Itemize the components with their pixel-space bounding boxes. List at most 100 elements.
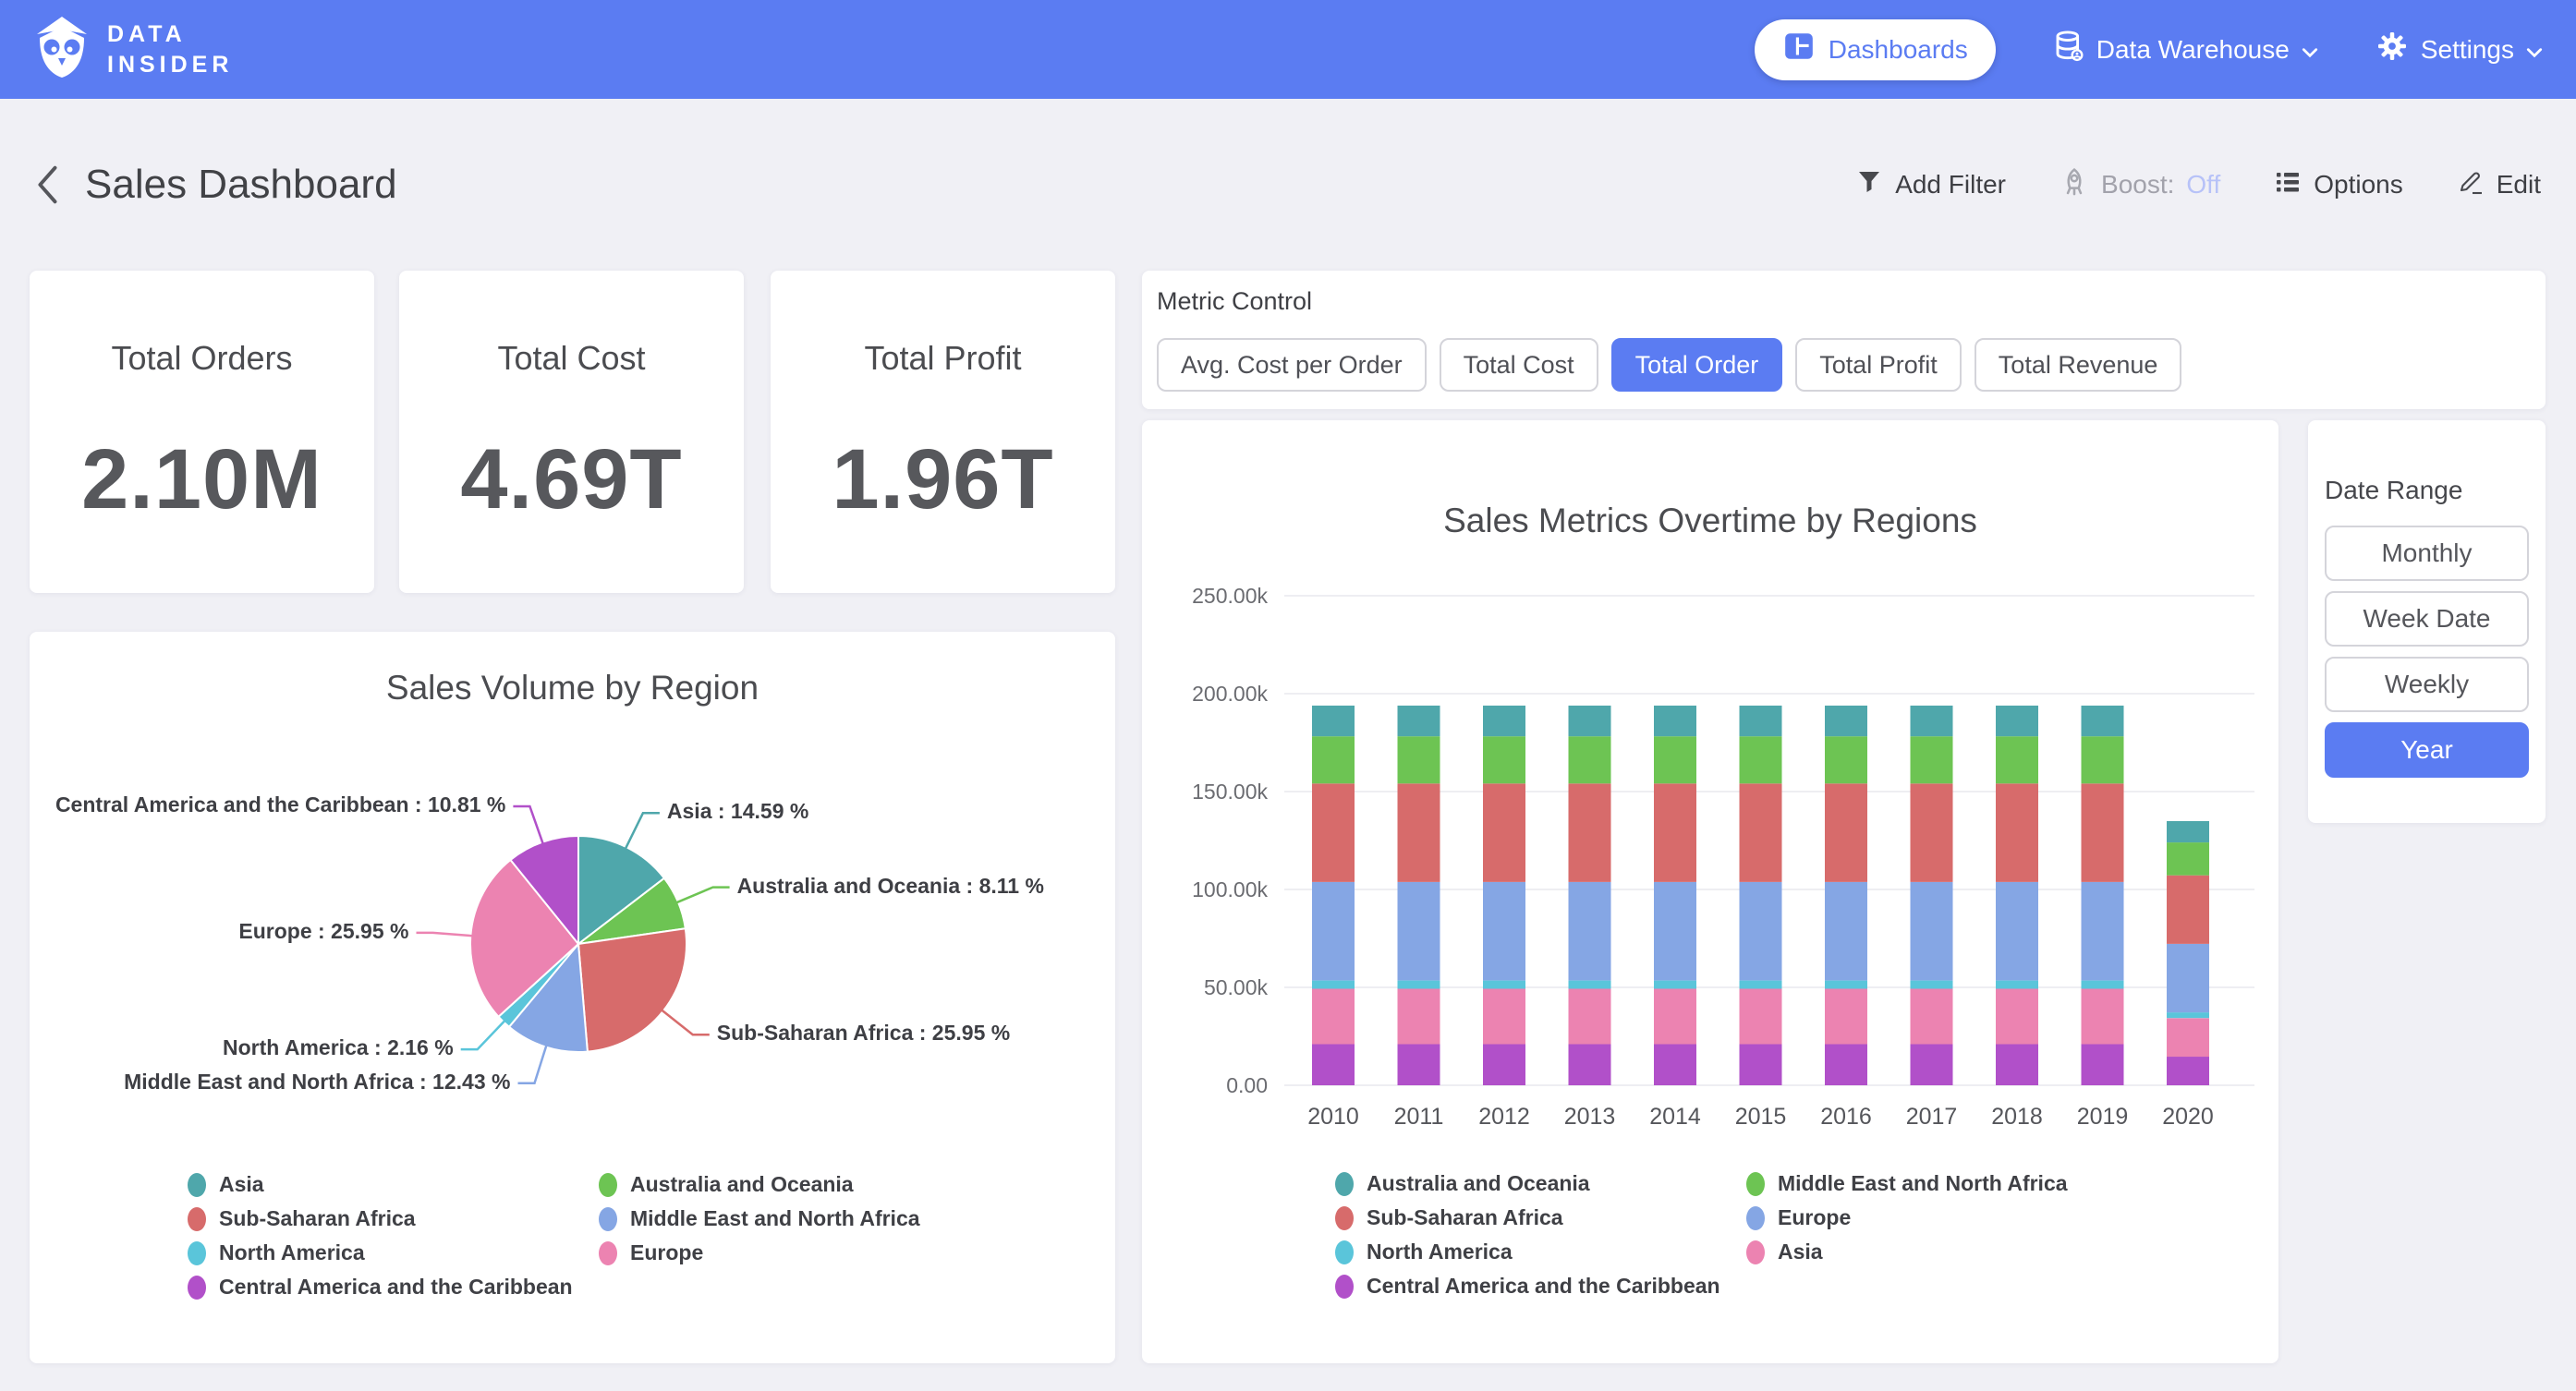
bar-segment-sub-saharan-africa-2012[interactable] <box>1483 783 1525 882</box>
bar-segment-australia-and-oceania-2011[interactable] <box>1398 706 1440 736</box>
bar-segment-middle-east-and-north-africa-2014[interactable] <box>1654 736 1696 783</box>
bar-segment-sub-saharan-africa-2013[interactable] <box>1569 783 1611 882</box>
bar-segment-sub-saharan-africa-2011[interactable] <box>1398 783 1440 882</box>
bar-segment-europe-2015[interactable] <box>1740 882 1782 981</box>
bar-segment-asia-2013[interactable] <box>1569 989 1611 1045</box>
bar-segment-north-america-2012[interactable] <box>1483 981 1525 989</box>
legend-item-sub-saharan-africa[interactable]: Sub-Saharan Africa <box>188 1202 599 1236</box>
bar-segment-north-america-2019[interactable] <box>2082 981 2124 989</box>
bar-segment-sub-saharan-africa-2017[interactable] <box>1911 783 1953 882</box>
legend-item-north-america[interactable]: North America <box>188 1236 599 1270</box>
bar-segment-central-america-and-the-caribbean-2019[interactable] <box>2082 1045 2124 1086</box>
bar-segment-north-america-2016[interactable] <box>1825 981 1867 989</box>
bar-segment-middle-east-and-north-africa-2012[interactable] <box>1483 736 1525 783</box>
bar-segment-australia-and-oceania-2019[interactable] <box>2082 706 2124 736</box>
bar-segment-central-america-and-the-caribbean-2014[interactable] <box>1654 1045 1696 1086</box>
metric-option-total-revenue[interactable]: Total Revenue <box>1975 338 2182 392</box>
bar-segment-europe-2017[interactable] <box>1911 882 1953 981</box>
nav-dashboards-button[interactable]: Dashboards <box>1755 19 1996 80</box>
bar-segment-middle-east-and-north-africa-2010[interactable] <box>1312 736 1355 783</box>
bar-segment-north-america-2014[interactable] <box>1654 981 1696 989</box>
bar-segment-europe-2011[interactable] <box>1398 882 1440 981</box>
legend-item-europe[interactable]: Europe <box>599 1236 1010 1270</box>
date-range-option-year[interactable]: Year <box>2325 722 2529 778</box>
bar-segment-central-america-and-the-caribbean-2018[interactable] <box>1996 1045 2038 1086</box>
bar-segment-asia-2019[interactable] <box>2082 989 2124 1045</box>
bar-segment-asia-2017[interactable] <box>1911 989 1953 1045</box>
legend-item-central-america-and-the-caribbean[interactable]: Central America and the Caribbean <box>188 1270 599 1304</box>
bar-segment-asia-2014[interactable] <box>1654 989 1696 1045</box>
bar-segment-asia-2020[interactable] <box>2167 1018 2209 1057</box>
bar-segment-asia-2018[interactable] <box>1996 989 2038 1045</box>
bar-segment-australia-and-oceania-2017[interactable] <box>1911 706 1953 736</box>
metric-option-avg-cost-per-order[interactable]: Avg. Cost per Order <box>1157 338 1427 392</box>
bar-segment-europe-2013[interactable] <box>1569 882 1611 981</box>
legend-item-australia-and-oceania[interactable]: Australia and Oceania <box>599 1167 1010 1202</box>
bar-segment-australia-and-oceania-2010[interactable] <box>1312 706 1355 736</box>
bar-segment-australia-and-oceania-2016[interactable] <box>1825 706 1867 736</box>
bar-segment-north-america-2010[interactable] <box>1312 981 1355 989</box>
bar-segment-europe-2016[interactable] <box>1825 882 1867 981</box>
bar-segment-sub-saharan-africa-2018[interactable] <box>1996 783 2038 882</box>
nav-settings-button[interactable]: Settings <box>2376 30 2543 69</box>
bar-segment-sub-saharan-africa-2019[interactable] <box>2082 783 2124 882</box>
bar-segment-north-america-2020[interactable] <box>2167 1012 2209 1018</box>
bar-segment-middle-east-and-north-africa-2017[interactable] <box>1911 736 1953 783</box>
bar-segment-australia-and-oceania-2012[interactable] <box>1483 706 1525 736</box>
metric-option-total-cost[interactable]: Total Cost <box>1440 338 1598 392</box>
date-range-option-weekly[interactable]: Weekly <box>2325 657 2529 712</box>
legend-item-sub-saharan-africa[interactable]: Sub-Saharan Africa <box>1335 1201 1746 1235</box>
legend-item-north-america[interactable]: North America <box>1335 1235 1746 1269</box>
nav-data-warehouse-button[interactable]: Data Warehouse <box>2053 30 2318 69</box>
bar-segment-australia-and-oceania-2020[interactable] <box>2167 821 2209 842</box>
bar-segment-sub-saharan-africa-2016[interactable] <box>1825 783 1867 882</box>
bar-segment-europe-2012[interactable] <box>1483 882 1525 981</box>
legend-item-central-america-and-the-caribbean[interactable]: Central America and the Caribbean <box>1335 1269 1746 1303</box>
bar-segment-asia-2015[interactable] <box>1740 989 1782 1045</box>
bar-segment-central-america-and-the-caribbean-2012[interactable] <box>1483 1045 1525 1086</box>
bar-segment-central-america-and-the-caribbean-2013[interactable] <box>1569 1045 1611 1086</box>
bar-segment-middle-east-and-north-africa-2015[interactable] <box>1740 736 1782 783</box>
bar-segment-north-america-2013[interactable] <box>1569 981 1611 989</box>
bar-segment-sub-saharan-africa-2014[interactable] <box>1654 783 1696 882</box>
bar-segment-australia-and-oceania-2015[interactable] <box>1740 706 1782 736</box>
bar-segment-middle-east-and-north-africa-2011[interactable] <box>1398 736 1440 783</box>
edit-button[interactable]: Edit <box>2457 168 2541 202</box>
bar-segment-australia-and-oceania-2014[interactable] <box>1654 706 1696 736</box>
back-button[interactable] <box>35 164 61 205</box>
legend-item-europe[interactable]: Europe <box>1746 1201 2157 1235</box>
bar-segment-middle-east-and-north-africa-2018[interactable] <box>1996 736 2038 783</box>
bar-segment-middle-east-and-north-africa-2020[interactable] <box>2167 842 2209 876</box>
bar-segment-sub-saharan-africa-2015[interactable] <box>1740 783 1782 882</box>
bar-segment-central-america-and-the-caribbean-2017[interactable] <box>1911 1045 1953 1086</box>
bar-segment-central-america-and-the-caribbean-2011[interactable] <box>1398 1045 1440 1086</box>
bar-segment-sub-saharan-africa-2010[interactable] <box>1312 783 1355 882</box>
date-range-option-monthly[interactable]: Monthly <box>2325 526 2529 581</box>
bar-segment-north-america-2015[interactable] <box>1740 981 1782 989</box>
boost-toggle[interactable]: Boost: Off <box>2060 166 2220 204</box>
brand[interactable]: DATA INSIDER <box>33 14 233 85</box>
legend-item-asia[interactable]: Asia <box>188 1167 599 1202</box>
bar-segment-asia-2016[interactable] <box>1825 989 1867 1045</box>
bar-segment-asia-2012[interactable] <box>1483 989 1525 1045</box>
options-button[interactable]: Options <box>2274 168 2403 202</box>
bar-segment-europe-2019[interactable] <box>2082 882 2124 981</box>
bar-segment-central-america-and-the-caribbean-2020[interactable] <box>2167 1057 2209 1085</box>
legend-item-asia[interactable]: Asia <box>1746 1235 2157 1269</box>
bar-segment-europe-2020[interactable] <box>2167 944 2209 1012</box>
bar-segment-middle-east-and-north-africa-2013[interactable] <box>1569 736 1611 783</box>
bar-segment-sub-saharan-africa-2020[interactable] <box>2167 876 2209 944</box>
bar-segment-north-america-2011[interactable] <box>1398 981 1440 989</box>
legend-item-australia-and-oceania[interactable]: Australia and Oceania <box>1335 1167 1746 1201</box>
bar-segment-europe-2014[interactable] <box>1654 882 1696 981</box>
metric-option-total-profit[interactable]: Total Profit <box>1795 338 1962 392</box>
bar-segment-north-america-2017[interactable] <box>1911 981 1953 989</box>
metric-option-total-order[interactable]: Total Order <box>1611 338 1783 392</box>
legend-item-middle-east-and-north-africa[interactable]: Middle East and North Africa <box>1746 1167 2157 1201</box>
bar-segment-asia-2010[interactable] <box>1312 989 1355 1045</box>
bar-segment-middle-east-and-north-africa-2019[interactable] <box>2082 736 2124 783</box>
bar-segment-australia-and-oceania-2018[interactable] <box>1996 706 2038 736</box>
bar-segment-central-america-and-the-caribbean-2015[interactable] <box>1740 1045 1782 1086</box>
bar-segment-central-america-and-the-caribbean-2016[interactable] <box>1825 1045 1867 1086</box>
pie-slice-sub-saharan-africa[interactable] <box>578 928 687 1051</box>
